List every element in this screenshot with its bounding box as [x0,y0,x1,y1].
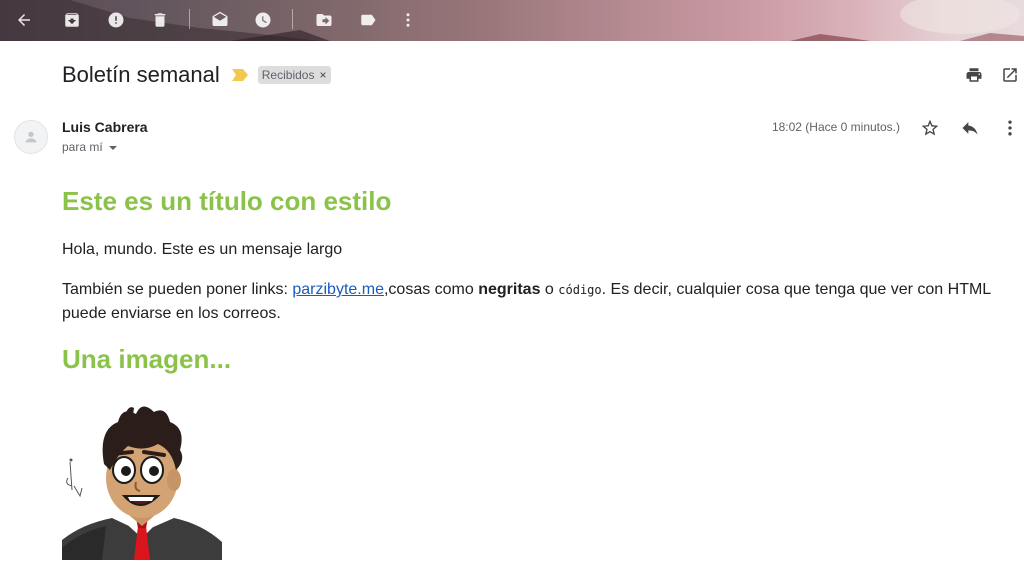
toolbar-divider [292,9,293,29]
labels-button[interactable] [354,6,382,34]
delete-button[interactable] [146,6,174,34]
chevron-down-icon [108,145,117,150]
toolbar-divider [189,9,190,29]
person-icon [25,131,37,143]
subject-row: Boletín semanal Recibidos × [62,60,332,90]
report-spam-button[interactable] [102,6,130,34]
message-more-button[interactable] [998,116,1022,140]
reply-icon [962,122,978,135]
recipient-details-toggle[interactable]: para mí [62,140,117,154]
mark-unread-icon [212,11,228,26]
back-arrow-icon [18,14,30,26]
more-vert-icon [1008,120,1012,136]
more-vert-icon [406,13,410,27]
bold-text: negritas [478,281,541,298]
reply-button[interactable] [958,116,982,140]
print-icon [966,68,982,82]
move-to-button[interactable] [310,6,338,34]
mark-unread-button[interactable] [206,6,234,34]
message-body: Este es un título con estilo Hola, mundo… [62,184,1012,560]
message-timestamp: 18:02 (Hace 0 minutos.) [771,120,900,134]
label-chip-text: Recibidos [261,68,315,82]
parzibyte-link[interactable]: parzibyte.me [292,281,384,298]
move-to-icon [316,14,332,26]
importance-marker-icon[interactable] [231,69,248,81]
body-paragraph-2: También se pueden poner links: parzibyte… [62,278,1012,326]
email-subject: Boletín semanal [62,62,220,87]
delete-icon [154,13,166,27]
star-button[interactable] [918,116,942,140]
print-button[interactable] [963,64,985,86]
sender-name[interactable]: Luis Cabrera [62,119,148,135]
paragraph-text: o [540,281,559,298]
remove-label-button[interactable]: × [318,68,327,82]
more-options-button[interactable] [394,6,422,34]
paragraph-text: ,cosas como [383,281,479,298]
back-button[interactable] [10,6,38,34]
sender-avatar[interactable] [14,120,48,154]
paragraph-text: También se pueden poner links: [62,281,293,298]
cartoon-portrait-drawing [62,406,222,560]
snooze-button[interactable] [249,6,277,34]
toolbar [0,0,1024,41]
cartoon-portrait-image[interactable] [62,400,222,560]
label-chip-inbox: Recibidos × [257,66,332,84]
archive-icon [65,13,79,27]
report-spam-icon [108,12,124,28]
code-text: código [558,283,602,297]
archive-button[interactable] [58,6,86,34]
body-paragraph-1: Hola, mundo. Este es un mensaje largo [62,241,343,258]
body-title: Este es un título con estilo [62,186,392,216]
snooze-icon [255,12,271,28]
body-subtitle: Una imagen... [62,344,232,374]
labels-icon [361,14,376,26]
open-in-new-icon [1003,68,1017,82]
star-outline-icon [921,119,939,136]
open-new-window-button[interactable] [999,64,1021,86]
recipient-text: para mí [62,140,103,154]
email-view: Boletín semanal Recibidos × Luis Cabrera… [0,0,1024,569]
